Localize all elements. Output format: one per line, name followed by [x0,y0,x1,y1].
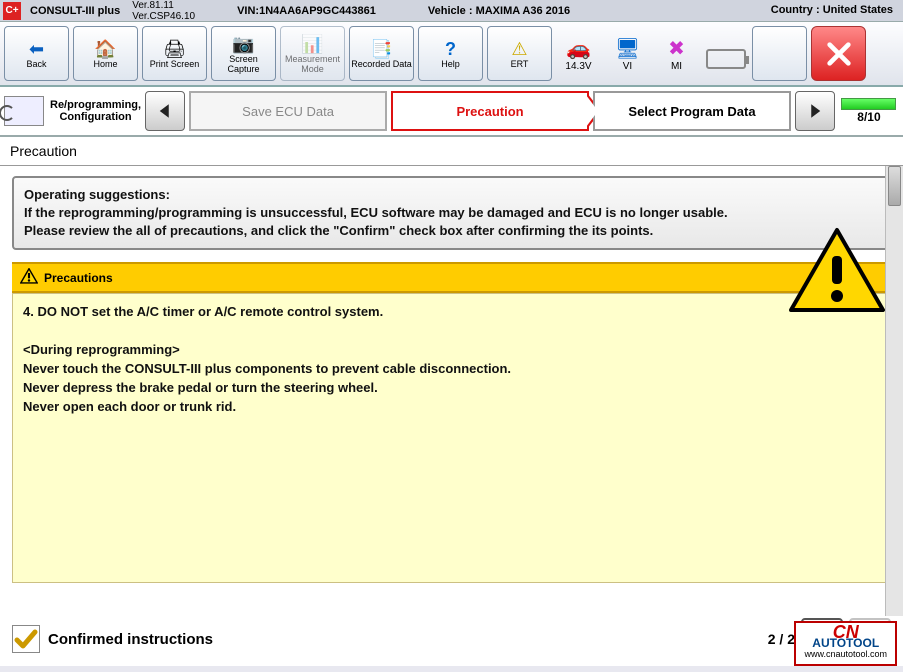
scrollbar[interactable] [885,166,903,616]
main-toolbar: ⬅Back 🏠Home 🖨Print Screen 📷Screen Captur… [0,22,903,87]
app-name: CONSULT-III plus [24,5,126,17]
close-icon [825,40,853,68]
vehicle-value: MAXIMA A36 2016 [476,5,571,17]
bottom-bar: Confirmed instructions 2 / 2 [12,618,891,660]
reprogramming-icon [4,96,44,126]
watermark: CN AUTOTOOL www.cnautotool.com [794,621,897,666]
title-bar: C+ CONSULT-III plus Ver.81.11 Ver.CSP46.… [0,0,903,22]
triangle-left-icon [156,102,174,120]
page-indicator: 2 / 2 [768,631,795,647]
section-title: Precaution [0,137,903,166]
sugg-line1: If the reprogramming/programming is unsu… [24,204,879,222]
step-progress: 8/10 [839,91,899,131]
car-icon: 🚗 [566,36,591,61]
sugg-line2: Please review the all of precautions, an… [24,222,879,240]
home-label: Home [93,59,117,69]
warning-small-icon [20,268,38,287]
prec-line5: Never open each door or trunk rid. [23,397,880,416]
step-bar: Re/programming,Configuration Save ECU Da… [0,87,903,137]
progress-bar-icon [841,98,896,110]
mi-status: ✖MI [654,26,699,81]
step-next-button[interactable] [795,91,835,131]
vin-label: VIN: [237,5,259,17]
back-arrow-icon: ⬅ [29,39,44,59]
vi-label: VI [623,61,632,72]
prec-line2: <During reprogramming> [23,340,880,359]
country-label: Country : [771,4,820,16]
step-prev-button[interactable] [145,91,185,131]
step-save-ecu: Save ECU Data [189,91,387,131]
home-icon: 🏠 [94,39,116,59]
vi-device-icon: 🖥 [615,36,640,61]
home-button[interactable]: 🏠Home [73,26,138,81]
back-button[interactable]: ⬅Back [4,26,69,81]
rec-label: Recorded Data [351,59,412,69]
checkmark-icon [14,627,38,651]
vin-value: 1N4AA6AP9GC443861 [259,5,376,17]
version-block: Ver.81.11 Ver.CSP46.10 [126,0,201,22]
help-icon: ? [445,39,456,59]
voltage-status: 🚗14.3V [556,26,601,81]
watermark-autotool: AUTOTOOL [804,638,887,649]
voltage-value: 14.3V [565,61,591,72]
precautions-title: Precautions [44,271,113,285]
vin-block: VIN:1N4AA6AP9GC443861 [231,5,382,17]
country-block: Country : United States [771,5,903,16]
help-button[interactable]: ?Help [418,26,483,81]
printer-icon: 🖨 [163,39,186,59]
battery-icon [706,49,746,69]
ert-label: ERT [511,59,529,69]
window-button[interactable] [752,26,807,81]
reprogramming-label: Re/programming,Configuration [4,96,141,126]
reprogramming-text: Re/programming,Configuration [50,99,141,123]
meas-label: Measurement Mode [281,54,344,74]
watermark-url: www.cnautotool.com [804,649,887,660]
warning-big-icon [787,226,887,319]
precautions-body: 4. DO NOT set the A/C timer or A/C remot… [12,293,891,583]
scrollbar-thumb[interactable] [888,166,901,206]
ert-button[interactable]: ⚠ERT [487,26,552,81]
step-precaution: Precaution [391,91,589,131]
mi-disconnected-icon: ✖ [668,36,685,61]
prec-line3: Never touch the CONSULT-III plus compone… [23,359,880,378]
vi-status: 🖥VI [605,26,650,81]
operating-suggestions: Operating suggestions: If the reprogramm… [12,176,891,250]
warning-triangle-icon: ⚠ [511,39,527,59]
camera-icon: 📷 [232,34,254,54]
triangle-right-icon [806,102,824,120]
prec-line1: 4. DO NOT set the A/C timer or A/C remot… [23,302,880,321]
progress-text: 8/10 [857,110,880,124]
confirm-checkbox[interactable] [12,625,40,653]
mi-label: MI [671,61,682,72]
battery-status [703,26,748,81]
print-label: Print Screen [150,59,200,69]
measurement-mode-button: 📊Measurement Mode [280,26,345,81]
main-content: Operating suggestions: If the reprogramm… [0,166,903,666]
print-screen-button[interactable]: 🖨Print Screen [142,26,207,81]
version-2: Ver.CSP46.10 [132,11,195,22]
step-select-program: Select Program Data [593,91,791,131]
close-button[interactable] [811,26,866,81]
screen-capture-button[interactable]: 📷Screen Capture [211,26,276,81]
confirm-label: Confirmed instructions [48,631,213,648]
gauge-icon: 📊 [301,34,323,54]
app-logo: C+ [3,2,21,20]
vehicle-label: Vehicle : [428,5,473,17]
country-value: United States [823,4,893,16]
sugg-title: Operating suggestions: [24,186,879,204]
help-label: Help [441,59,460,69]
precautions-header: Precautions [12,262,891,293]
vehicle-block: Vehicle : MAXIMA A36 2016 [422,5,576,17]
recorded-data-icon: 📑 [370,39,392,59]
capture-label: Screen Capture [212,54,275,74]
recorded-data-button[interactable]: 📑Recorded Data [349,26,414,81]
prec-line4: Never depress the brake pedal or turn th… [23,378,880,397]
version-1: Ver.81.11 [132,0,195,11]
back-label: Back [26,59,46,69]
